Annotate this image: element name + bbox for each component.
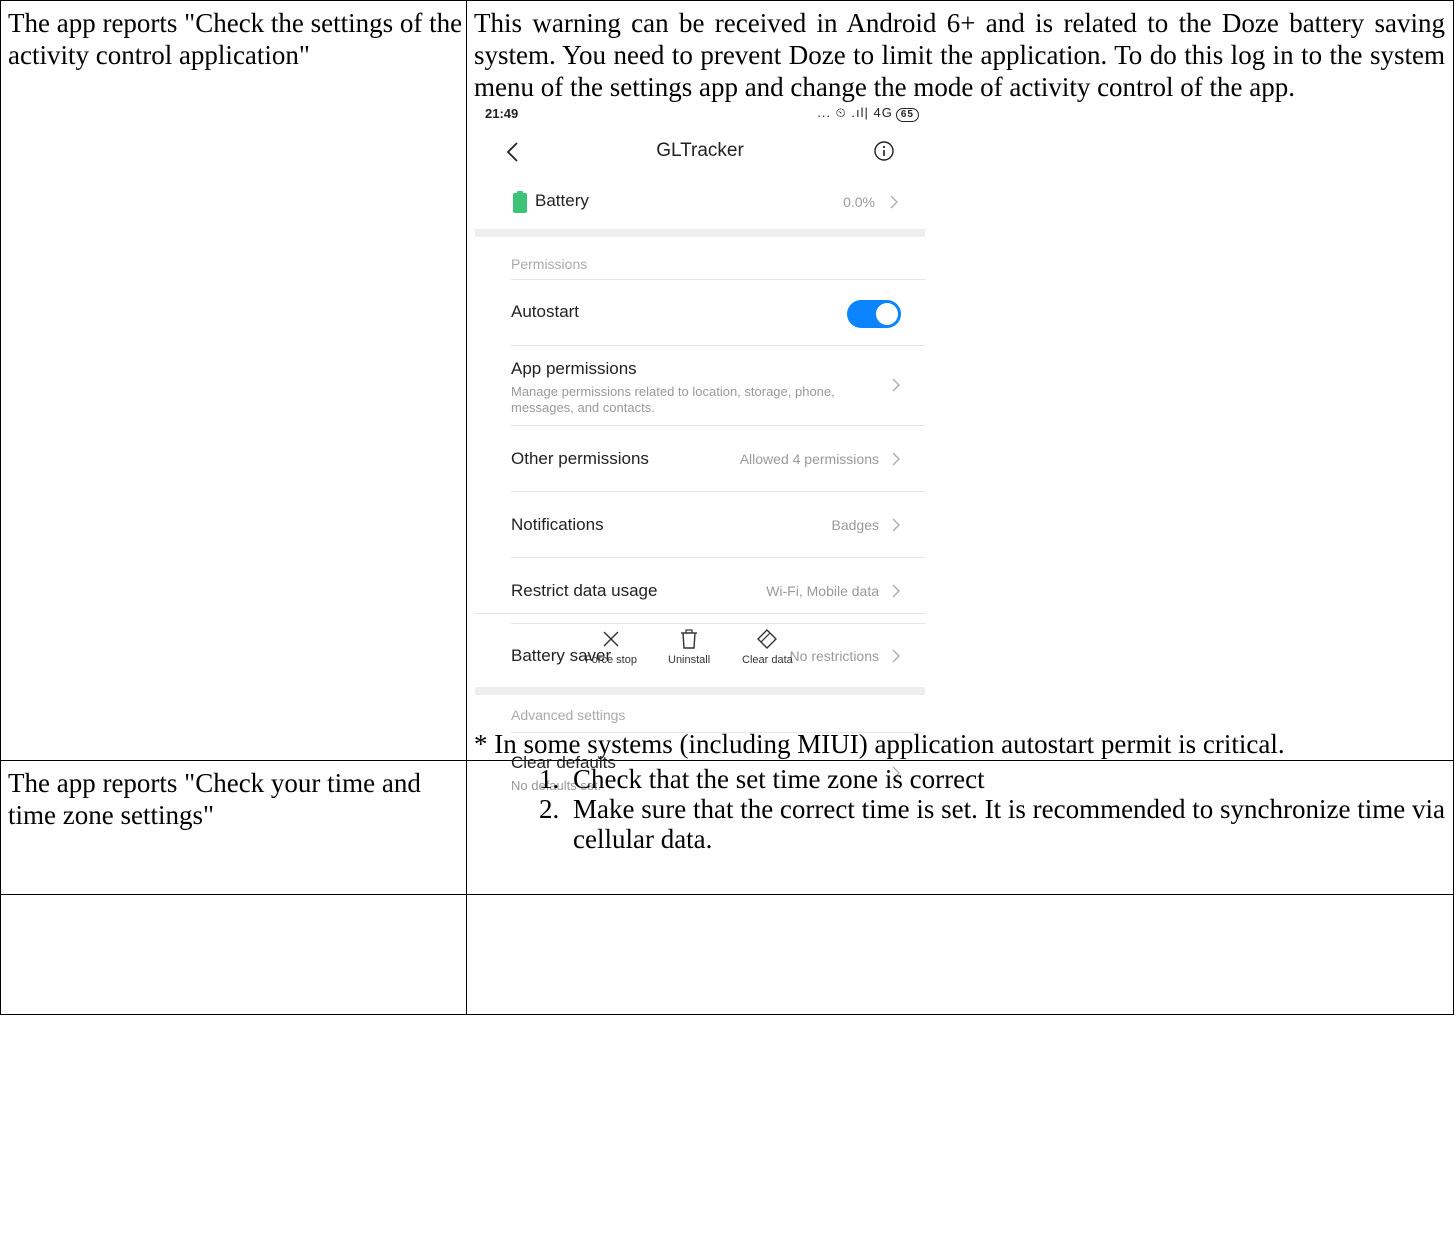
app-permissions-description: Manage permissions related to location, … (511, 384, 835, 415)
battery-icon (513, 191, 527, 213)
chevron-right-icon (892, 452, 900, 466)
advanced-header-label: Advanced settings (511, 707, 626, 723)
battery-level-icon: 65 (895, 108, 919, 122)
app-permissions-row[interactable]: App permissions Manage permissions relat… (511, 345, 925, 425)
chevron-right-icon (892, 518, 900, 532)
autostart-toggle[interactable] (847, 300, 901, 328)
notifications-row[interactable]: Notifications Badges (511, 491, 925, 557)
steps-list: 1. Check that the set time zone is corre… (467, 761, 1453, 854)
uninstall-label: Uninstall (668, 654, 711, 666)
other-permissions-label: Other permissions (511, 449, 649, 468)
chevron-right-icon (890, 195, 898, 209)
step-number: 2. (539, 794, 560, 824)
app-permissions-label: App permissions (511, 359, 637, 378)
empty-cell (0, 894, 467, 1015)
restrict-data-value: Wi-Fi, Mobile data (766, 583, 879, 599)
info-icon[interactable] (873, 140, 895, 162)
notifications-label: Notifications (511, 515, 604, 534)
toggle-knob (876, 303, 898, 325)
battery-label: Battery (535, 191, 589, 210)
battery-row[interactable]: Battery 0.0% (475, 177, 925, 229)
signal-icons: ... ⏲ .ıl| 4G (817, 105, 893, 120)
clear-data-label: Clear data (742, 654, 793, 666)
notifications-value: Badges (831, 517, 879, 533)
faq-table: The app reports "Check the settings of t… (0, 0, 1454, 1015)
status-bar: 21:49 ... ⏲ .ıl| 4G 65 (475, 105, 925, 131)
solution-cell: This warning can be received in Android … (466, 0, 1454, 793)
problem-cell: The app reports "Check your time and tim… (0, 760, 467, 895)
empty-cell (466, 894, 1454, 1015)
bottom-action-bar: Force stop Uninstall Clear data (475, 613, 925, 684)
step-text: Make sure that the correct time is set. … (573, 794, 1445, 854)
chevron-right-icon (892, 584, 900, 598)
restrict-data-label: Restrict data usage (511, 581, 658, 600)
permissions-header: Permissions (475, 237, 925, 279)
close-icon (603, 631, 619, 647)
advanced-header: Advanced settings (475, 695, 925, 732)
phone-screenshot: 21:49 ... ⏲ .ıl| 4G 65 GLTracker Battery… (475, 105, 925, 793)
table-row: The app reports "Check the settings of t… (0, 0, 1454, 793)
table-row (0, 894, 1454, 1015)
uninstall-button[interactable]: Uninstall (668, 628, 710, 666)
problem-text: The app reports "Check your time and tim… (8, 768, 421, 830)
autostart-label: Autostart (511, 302, 580, 321)
problem-text: The app reports "Check the settings of t… (8, 8, 463, 70)
eraser-icon (757, 629, 778, 649)
app-header: GLTracker (475, 131, 925, 177)
other-permissions-value: Allowed 4 permissions (739, 451, 879, 467)
problem-cell: The app reports "Check the settings of t… (0, 0, 467, 761)
solution-text: This warning can be received in Android … (474, 8, 1445, 102)
chevron-right-icon (892, 378, 900, 392)
battery-value: 0.0% (843, 194, 875, 210)
other-permissions-row[interactable]: Other permissions Allowed 4 permissions (511, 425, 925, 491)
table-row: The app reports "Check your time and tim… (0, 760, 1454, 895)
section-divider (475, 229, 925, 237)
trash-icon (681, 629, 698, 649)
section-divider (475, 687, 925, 695)
list-item: 1. Check that the set time zone is corre… (467, 764, 1453, 794)
force-stop-button[interactable]: Force stop (585, 628, 637, 666)
step-number: 1. (539, 764, 560, 794)
clear-data-button[interactable]: Clear data (742, 628, 793, 666)
app-title: GLTracker (656, 140, 744, 161)
status-icons: ... ⏲ .ıl| 4G 65 (817, 105, 919, 122)
permissions-header-label: Permissions (511, 256, 588, 272)
force-stop-label: Force stop (585, 654, 637, 666)
autostart-row[interactable]: Autostart (511, 279, 925, 345)
status-time: 21:49 (485, 106, 519, 121)
solution-cell: 1. Check that the set time zone is corre… (466, 760, 1454, 895)
step-text: Check that the set time zone is correct (573, 764, 985, 794)
list-item: 2. Make sure that the correct time is se… (467, 794, 1453, 854)
